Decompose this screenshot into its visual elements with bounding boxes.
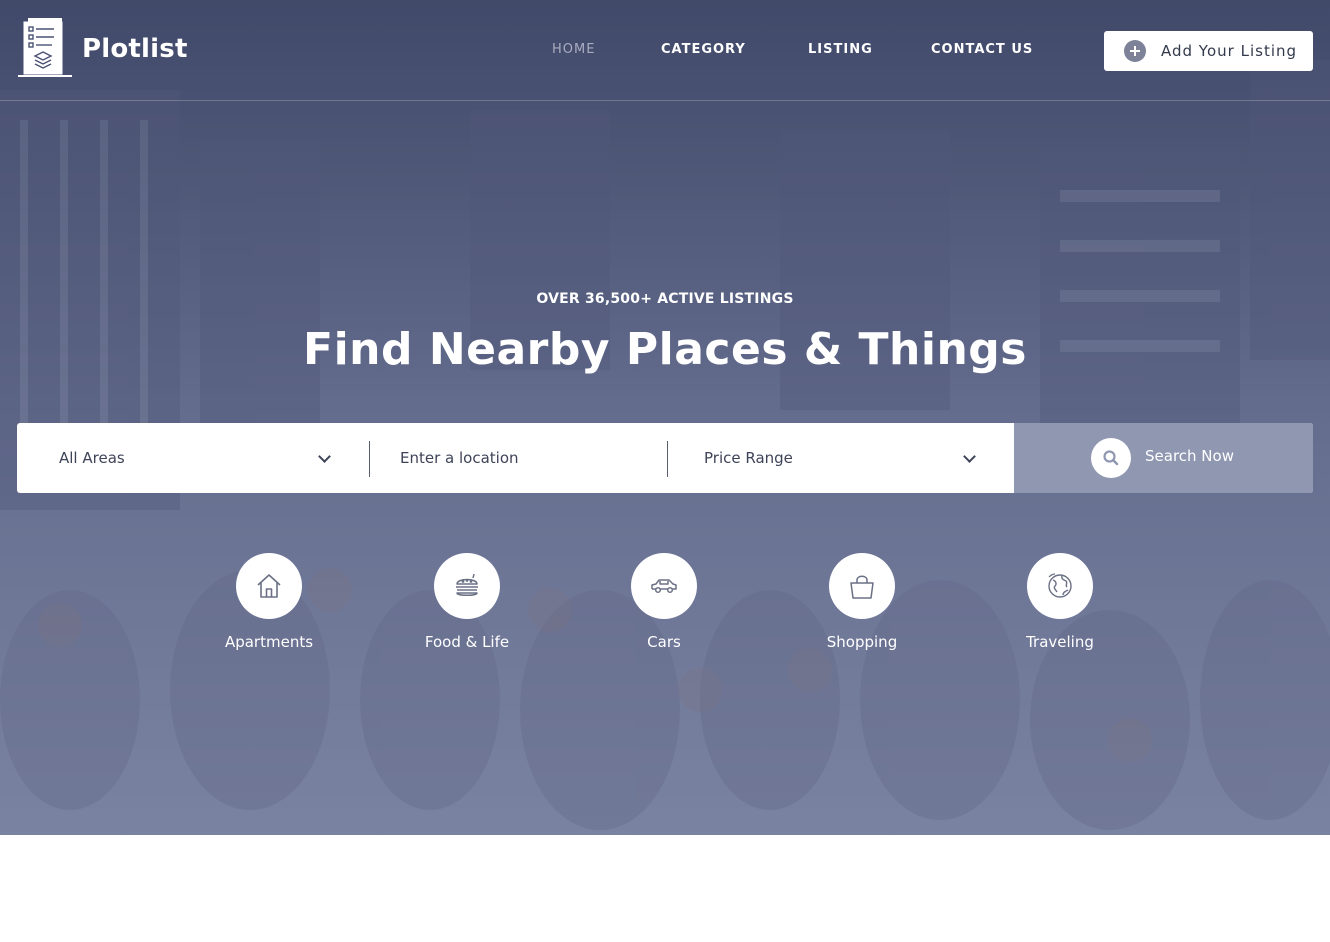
search-now-button[interactable]: Search Now [1014,423,1313,493]
search-now-label: Search Now [1145,447,1234,465]
area-select[interactable]: All Areas [59,423,339,493]
plus-icon [1124,40,1146,62]
category-traveling[interactable]: Traveling [990,553,1130,651]
nav-contact-us[interactable]: CONTACT US [931,42,1033,57]
category-label: Apartments [224,633,314,651]
area-select-value: All Areas [59,449,125,467]
location-input-placeholder: Enter a location [400,449,519,467]
price-range-value: Price Range [704,449,793,467]
location-input[interactable]: Enter a location [400,423,660,493]
nav-home[interactable]: HOME [552,42,595,57]
nav-category[interactable]: CATEGORY [661,42,746,57]
search-icon [1103,450,1119,466]
hero-overlay [0,0,1330,835]
search-bar: All Areas Enter a location Price Range S… [17,423,1313,493]
add-listing-button[interactable]: Add Your Listing [1104,31,1313,71]
category-icon-circle [1027,553,1093,619]
divider [667,441,668,477]
globe-icon [1048,573,1072,598]
category-label: Shopping [826,633,898,651]
house-icon [257,574,281,598]
category-label: Traveling [1026,633,1094,651]
category-icon-circle [631,553,697,619]
shopping-bag-icon [850,575,874,599]
car-icon [651,579,677,594]
category-icon-circle [434,553,500,619]
add-listing-label: Add Your Listing [1161,42,1298,60]
price-range-select[interactable]: Price Range [704,423,974,493]
page: Plotlist HOME CATEGORY LISTING CONTACT U… [0,0,1330,942]
category-label: Food & Life [424,633,510,651]
hero-headline: Find Nearby Places & Things [303,324,1027,375]
category-apartments[interactable]: Apartments [199,553,339,651]
category-label: Cars [647,633,681,651]
nav-listing[interactable]: LISTING [808,42,873,57]
site-header: Plotlist HOME CATEGORY LISTING CONTACT U… [0,0,1330,101]
hero-kicker: OVER 36,500+ ACTIVE LISTINGS [536,291,794,307]
category-shopping[interactable]: Shopping [792,553,932,651]
divider [369,441,370,477]
search-icon-badge [1091,438,1131,478]
hero-section: Plotlist HOME CATEGORY LISTING CONTACT U… [0,0,1330,835]
category-food-life[interactable]: Food & Life [397,553,537,651]
category-icon-circle [236,553,302,619]
burger-icon [456,573,478,596]
category-cars[interactable]: Cars [594,553,734,651]
category-icon-circle [829,553,895,619]
